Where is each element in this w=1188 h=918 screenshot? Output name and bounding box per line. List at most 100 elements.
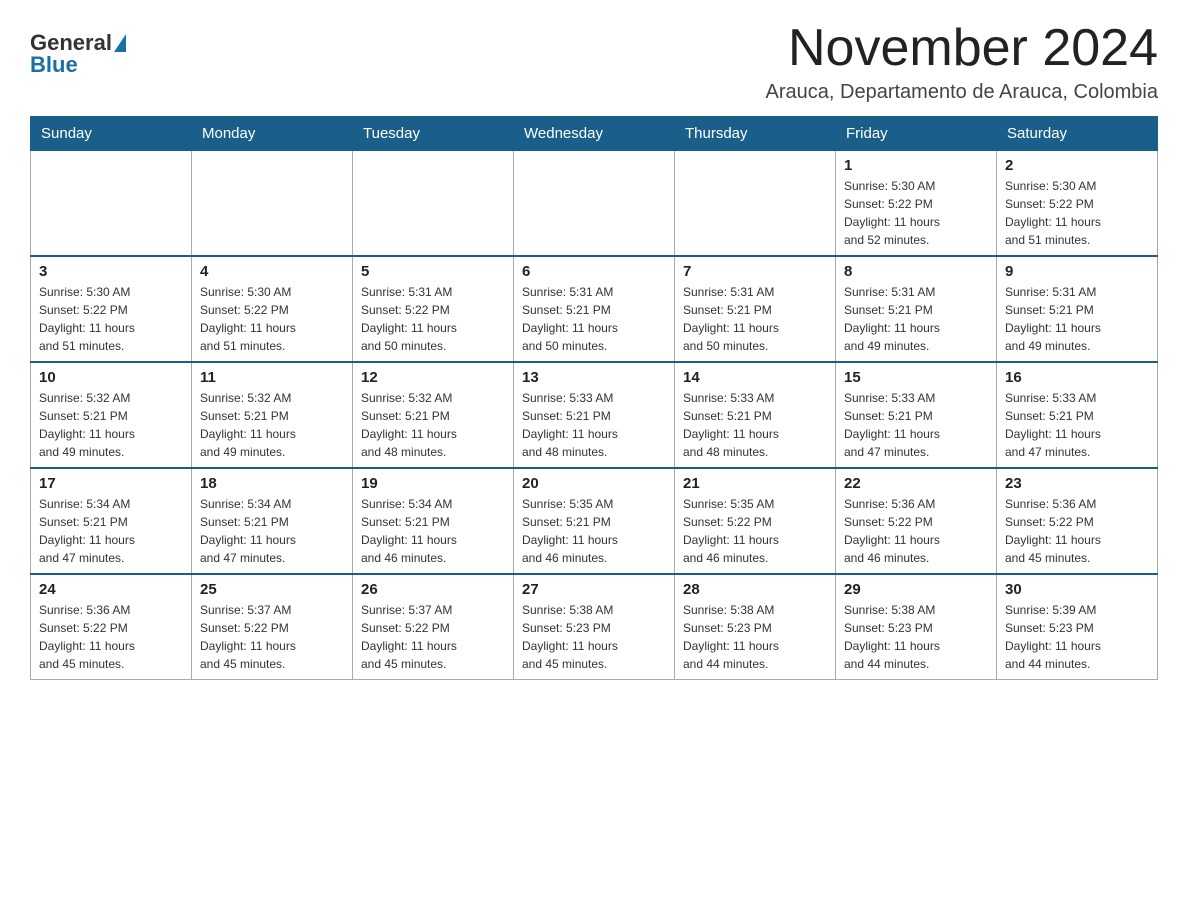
calendar-day-cell: 21Sunrise: 5:35 AM Sunset: 5:22 PM Dayli…	[675, 468, 836, 574]
day-info: Sunrise: 5:33 AM Sunset: 5:21 PM Dayligh…	[683, 389, 827, 461]
weekday-header: Saturday	[997, 117, 1158, 151]
calendar-day-cell: 20 Sunrise: 5:35 AM Sunset: 5:21 PM Dayli…	[514, 468, 675, 574]
calendar-day-cell: 28Sunrise: 5:38 AM Sunset: 5:23 PM Dayli…	[675, 574, 836, 680]
day-number: 26	[361, 581, 505, 598]
day-info: Sunrise: 5:39 AM Sunset: 5:23 PM Dayligh…	[1005, 601, 1149, 673]
day-info: Sunrise: 5:32 AM Sunset: 5:21 PM Dayligh…	[361, 389, 505, 461]
day-number: 20	[522, 475, 666, 492]
calendar-day-cell: 10 Sunrise: 5:32 AM Sunset: 5:21 PM Dayli…	[31, 362, 192, 468]
calendar-week-row: 17 Sunrise: 5:34 AM Sunset: 5:21 PM Dayli…	[31, 468, 1158, 574]
day-info: Sunrise: 5:35 AM Sunset: 5:21 PM Dayligh…	[522, 495, 666, 567]
day-info: Sunrise: 5:36 AM Sunset: 5:22 PM Dayligh…	[844, 495, 988, 567]
day-info: Sunrise: 5:31 AM Sunset: 5:22 PM Dayligh…	[361, 283, 505, 355]
day-info: Sunrise: 5:33 AM Sunset: 5:21 PM Dayligh…	[844, 389, 988, 461]
day-number: 18	[200, 475, 344, 492]
day-number: 21	[683, 475, 827, 492]
day-number: 25	[200, 581, 344, 598]
calendar-day-cell	[353, 151, 514, 257]
calendar-day-cell: 22 Sunrise: 5:36 AM Sunset: 5:22 PM Dayli…	[836, 468, 997, 574]
day-info: Sunrise: 5:38 AM Sunset: 5:23 PM Dayligh…	[683, 601, 827, 673]
calendar-week-row: 3 Sunrise: 5:30 AM Sunset: 5:22 PM Daylig…	[31, 256, 1158, 362]
calendar-day-cell: 1 Sunrise: 5:30 AM Sunset: 5:22 PM Daylig…	[836, 151, 997, 257]
month-title: November 2024	[766, 20, 1158, 77]
day-number: 16	[1005, 369, 1149, 386]
calendar-day-cell: 8Sunrise: 5:31 AM Sunset: 5:21 PM Daylig…	[836, 256, 997, 362]
calendar-day-cell	[514, 151, 675, 257]
day-info: Sunrise: 5:37 AM Sunset: 5:22 PM Dayligh…	[361, 601, 505, 673]
calendar-day-cell	[675, 151, 836, 257]
day-number: 23	[1005, 475, 1149, 492]
day-number: 17	[39, 475, 183, 492]
day-info: Sunrise: 5:34 AM Sunset: 5:21 PM Dayligh…	[39, 495, 183, 567]
calendar-day-cell: 16Sunrise: 5:33 AM Sunset: 5:21 PM Dayli…	[997, 362, 1158, 468]
calendar-day-cell: 14 Sunrise: 5:33 AM Sunset: 5:21 PM Dayli…	[675, 362, 836, 468]
calendar-day-cell: 3 Sunrise: 5:30 AM Sunset: 5:22 PM Daylig…	[31, 256, 192, 362]
day-number: 19	[361, 475, 505, 492]
day-info: Sunrise: 5:30 AM Sunset: 5:22 PM Dayligh…	[39, 283, 183, 355]
day-number: 7	[683, 263, 827, 280]
page-header: General Blue November 2024 Arauca, Depar…	[30, 20, 1158, 104]
calendar-day-cell: 23Sunrise: 5:36 AM Sunset: 5:22 PM Dayli…	[997, 468, 1158, 574]
day-info: Sunrise: 5:31 AM Sunset: 5:21 PM Dayligh…	[683, 283, 827, 355]
calendar-week-row: 10 Sunrise: 5:32 AM Sunset: 5:21 PM Dayli…	[31, 362, 1158, 468]
day-number: 3	[39, 263, 183, 280]
day-number: 24	[39, 581, 183, 598]
weekday-header: Wednesday	[514, 117, 675, 151]
day-number: 29	[844, 581, 988, 598]
day-info: Sunrise: 5:31 AM Sunset: 5:21 PM Dayligh…	[844, 283, 988, 355]
calendar-day-cell: 29 Sunrise: 5:38 AM Sunset: 5:23 PM Dayli…	[836, 574, 997, 680]
calendar-day-cell: 7 Sunrise: 5:31 AM Sunset: 5:21 PM Daylig…	[675, 256, 836, 362]
day-info: Sunrise: 5:34 AM Sunset: 5:21 PM Dayligh…	[200, 495, 344, 567]
calendar-day-cell: 9 Sunrise: 5:31 AM Sunset: 5:21 PM Daylig…	[997, 256, 1158, 362]
day-number: 12	[361, 369, 505, 386]
logo-triangle-icon	[114, 34, 126, 52]
day-info: Sunrise: 5:30 AM Sunset: 5:22 PM Dayligh…	[200, 283, 344, 355]
calendar-day-cell: 5 Sunrise: 5:31 AM Sunset: 5:22 PM Daylig…	[353, 256, 514, 362]
day-number: 5	[361, 263, 505, 280]
day-number: 1	[844, 157, 988, 174]
day-info: Sunrise: 5:32 AM Sunset: 5:21 PM Dayligh…	[39, 389, 183, 461]
day-info: Sunrise: 5:30 AM Sunset: 5:22 PM Dayligh…	[844, 177, 988, 249]
day-number: 2	[1005, 157, 1149, 174]
calendar-day-cell: 15 Sunrise: 5:33 AM Sunset: 5:21 PM Dayli…	[836, 362, 997, 468]
calendar-day-cell: 6Sunrise: 5:31 AM Sunset: 5:21 PM Daylig…	[514, 256, 675, 362]
day-number: 22	[844, 475, 988, 492]
day-info: Sunrise: 5:31 AM Sunset: 5:21 PM Dayligh…	[522, 283, 666, 355]
day-number: 27	[522, 581, 666, 598]
day-number: 14	[683, 369, 827, 386]
day-info: Sunrise: 5:36 AM Sunset: 5:22 PM Dayligh…	[39, 601, 183, 673]
day-info: Sunrise: 5:31 AM Sunset: 5:21 PM Dayligh…	[1005, 283, 1149, 355]
calendar-day-cell: 24 Sunrise: 5:36 AM Sunset: 5:22 PM Dayli…	[31, 574, 192, 680]
calendar-week-row: 1 Sunrise: 5:30 AM Sunset: 5:22 PM Daylig…	[31, 151, 1158, 257]
calendar-day-cell: 26 Sunrise: 5:37 AM Sunset: 5:22 PM Dayli…	[353, 574, 514, 680]
day-info: Sunrise: 5:38 AM Sunset: 5:23 PM Dayligh…	[844, 601, 988, 673]
logo-blue: Blue	[30, 52, 78, 78]
day-number: 11	[200, 369, 344, 386]
weekday-header: Thursday	[675, 117, 836, 151]
weekday-header: Sunday	[31, 117, 192, 151]
day-info: Sunrise: 5:37 AM Sunset: 5:22 PM Dayligh…	[200, 601, 344, 673]
calendar-day-cell: 2 Sunrise: 5:30 AM Sunset: 5:22 PM Daylig…	[997, 151, 1158, 257]
day-number: 10	[39, 369, 183, 386]
calendar-table: SundayMondayTuesdayWednesdayThursdayFrid…	[30, 116, 1158, 680]
calendar-day-cell: 11 Sunrise: 5:32 AM Sunset: 5:21 PM Dayli…	[192, 362, 353, 468]
calendar-day-cell: 25 Sunrise: 5:37 AM Sunset: 5:22 PM Dayli…	[192, 574, 353, 680]
day-number: 9	[1005, 263, 1149, 280]
day-info: Sunrise: 5:34 AM Sunset: 5:21 PM Dayligh…	[361, 495, 505, 567]
weekday-header-row: SundayMondayTuesdayWednesdayThursdayFrid…	[31, 117, 1158, 151]
calendar-day-cell: 27 Sunrise: 5:38 AM Sunset: 5:23 PM Dayli…	[514, 574, 675, 680]
weekday-header: Monday	[192, 117, 353, 151]
calendar-day-cell: 12 Sunrise: 5:32 AM Sunset: 5:21 PM Dayli…	[353, 362, 514, 468]
day-number: 4	[200, 263, 344, 280]
weekday-header: Tuesday	[353, 117, 514, 151]
day-info: Sunrise: 5:38 AM Sunset: 5:23 PM Dayligh…	[522, 601, 666, 673]
calendar-day-cell: 4 Sunrise: 5:30 AM Sunset: 5:22 PM Daylig…	[192, 256, 353, 362]
calendar-day-cell	[192, 151, 353, 257]
weekday-header: Friday	[836, 117, 997, 151]
day-info: Sunrise: 5:30 AM Sunset: 5:22 PM Dayligh…	[1005, 177, 1149, 249]
title-block: November 2024 Arauca, Departamento de Ar…	[766, 20, 1158, 104]
calendar-day-cell: 17 Sunrise: 5:34 AM Sunset: 5:21 PM Dayli…	[31, 468, 192, 574]
day-number: 15	[844, 369, 988, 386]
day-info: Sunrise: 5:32 AM Sunset: 5:21 PM Dayligh…	[200, 389, 344, 461]
calendar-day-cell	[31, 151, 192, 257]
